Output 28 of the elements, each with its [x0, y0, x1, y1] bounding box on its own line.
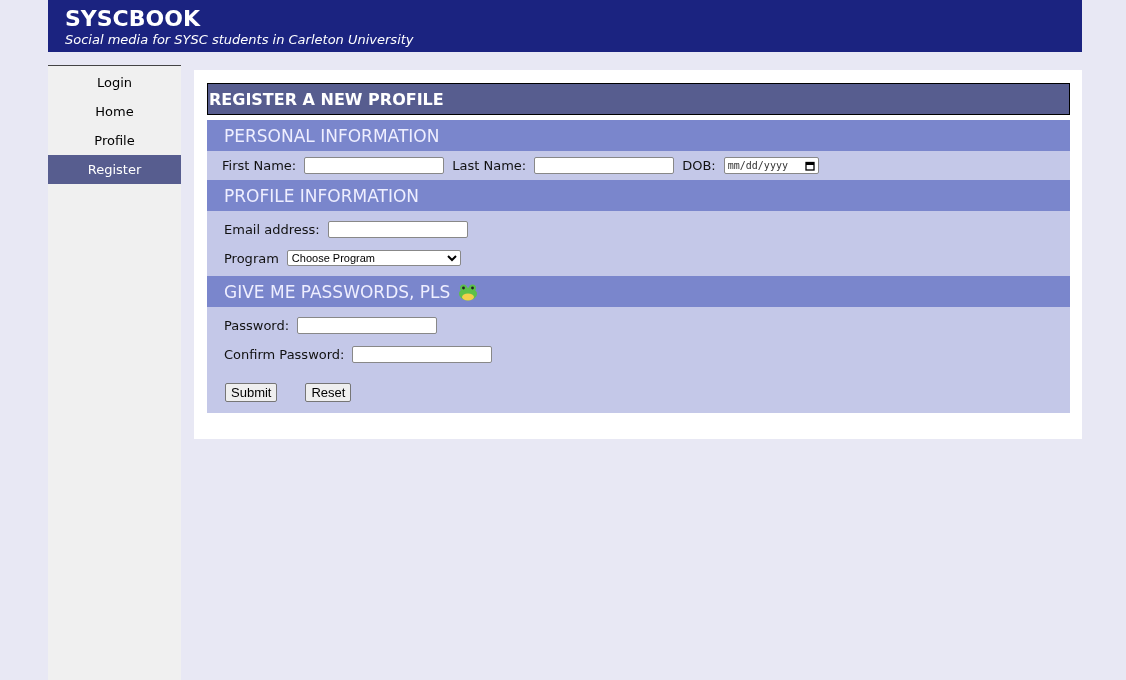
- text-input[interactable]: [352, 346, 493, 363]
- text-input[interactable]: [534, 157, 675, 174]
- reset-button[interactable]: Reset: [305, 383, 352, 402]
- date-field[interactable]: mm/dd/yyyy: [723, 157, 819, 174]
- field-label: Confirm Password:: [224, 347, 345, 362]
- section-title: PROFILE INFORMATION: [224, 185, 420, 206]
- site-title: SYSCBOOK: [65, 6, 202, 32]
- frog-icon: [458, 282, 479, 301]
- nav-link[interactable]: Profile: [48, 126, 181, 155]
- field-label: Last Name:: [452, 158, 527, 173]
- field-label: Email address:: [224, 222, 320, 237]
- field-label: DOB:: [682, 158, 716, 173]
- field-label: Program: [224, 250, 279, 266]
- field-label: First Name:: [222, 158, 297, 173]
- text-input[interactable]: [304, 157, 445, 174]
- page-title: REGISTER A NEW PROFILE: [207, 83, 1070, 115]
- nav-link[interactable]: Home: [48, 97, 181, 126]
- text-input[interactable]: [327, 221, 468, 238]
- site-subtitle: Social media for SYSC students in Carleton University: [65, 32, 415, 48]
- calendar-icon: [804, 160, 815, 171]
- section-title: GIVE ME PASSWORDS, PLS: [224, 281, 451, 302]
- program-select[interactable]: Choose Program: [286, 250, 461, 266]
- field-label: Password:: [224, 318, 290, 333]
- section-title: PERSONAL INFORMATION: [224, 125, 440, 146]
- nav-link[interactable]: Register: [48, 155, 181, 184]
- submit-button[interactable]: Submit: [225, 383, 278, 402]
- nav-link[interactable]: Login: [48, 68, 181, 97]
- text-input[interactable]: [297, 317, 438, 334]
